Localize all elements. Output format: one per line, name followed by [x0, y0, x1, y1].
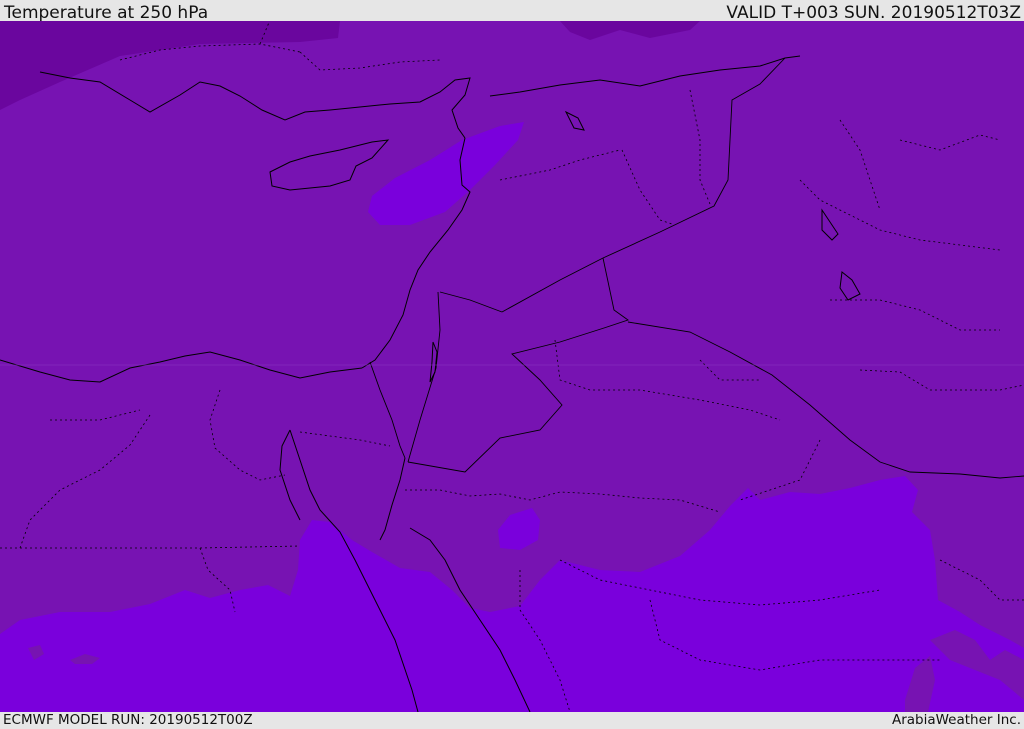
valid-time: VALID T+003 SUN. 20190512T03Z [726, 3, 1021, 23]
footer-bar: ECMWF MODEL RUN: 20190512T00Z ArabiaWeat… [0, 712, 1024, 729]
map-title: Temperature at 250 hPa [4, 3, 209, 23]
weather-map[interactable] [0, 21, 1024, 712]
map-canvas [0, 21, 1024, 712]
model-run-label: ECMWF MODEL RUN: 20190512T00Z [3, 712, 253, 728]
credit-label: ArabiaWeather Inc. [891, 712, 1021, 728]
header-bar: Temperature at 250 hPa VALID T+003 SUN. … [0, 0, 1024, 23]
